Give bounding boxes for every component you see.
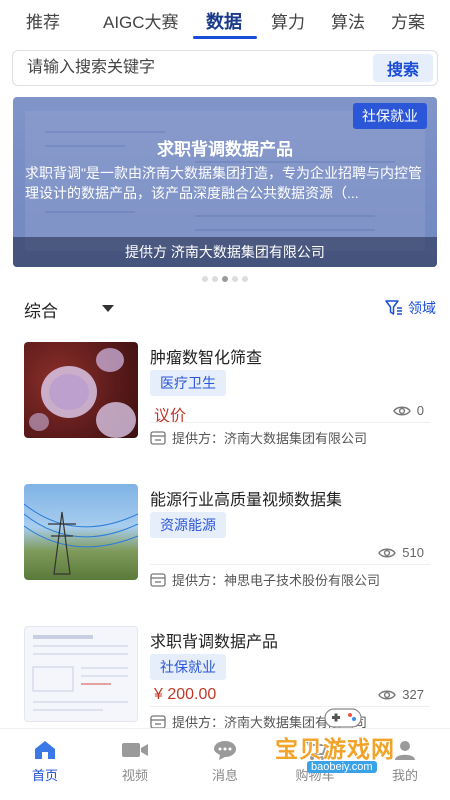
provider-text: 提供方：济南大数据集团有限公司 [172, 431, 368, 446]
product-title[interactable]: 能源行业高质量视频数据集 [150, 486, 342, 510]
eye-icon [392, 406, 411, 415]
message-icon [214, 741, 236, 760]
filter-label: 领域 [408, 300, 436, 316]
nav-messages[interactable]: 消息 [195, 739, 255, 784]
watermark-logo: 宝贝游戏网 baobeiy.com [275, 705, 425, 785]
banner-description: 求职背调"是一款由济南大数据集团打造，专为企业招聘与内控管理设计的数据产品，该产… [25, 165, 422, 201]
sort-dropdown[interactable]: 综合 [24, 297, 58, 322]
active-tab-indicator [193, 36, 257, 39]
banner-title: 求职背调数据产品 [157, 140, 293, 159]
product-category-tag: 医疗卫生 [150, 370, 226, 396]
store-icon [150, 714, 166, 729]
product-category-tag: 社保就业 [150, 654, 226, 680]
nav-label: 消息 [211, 768, 238, 783]
home-icon [35, 741, 55, 759]
product-title[interactable]: 求职背调数据产品 [150, 628, 278, 652]
store-icon [150, 572, 166, 587]
product-category-tag: 资源能源 [150, 512, 226, 538]
product-provider: 提供方：神思电子技术股份有限公司 [150, 570, 380, 589]
carousel-dot[interactable] [212, 276, 218, 282]
watermark-url: baobeiy.com [307, 761, 377, 773]
divider [150, 422, 430, 423]
tab-aigc[interactable]: AIGC大赛 [103, 8, 179, 33]
product-title[interactable]: 肿瘤数智化筛查 [150, 344, 262, 368]
view-count-value: 0 [416, 403, 424, 418]
product-thumbnail-powerline [24, 484, 138, 580]
carousel-dot-active[interactable] [222, 276, 228, 282]
funnel-icon [385, 300, 402, 315]
product-provider: 提供方：济南大数据集团有限公司 [150, 428, 367, 447]
tab-recommend[interactable]: 推荐 [26, 8, 60, 33]
tab-algorithm[interactable]: 算法 [331, 8, 365, 33]
banner-carousel[interactable]: 社保就业 求职背调数据产品 求职背调"是一款由济南大数据集团打造，专为企业招聘与… [13, 97, 437, 267]
gamepad-icon [324, 708, 362, 728]
search-input[interactable] [13, 51, 373, 85]
nav-video[interactable]: 视频 [105, 739, 165, 784]
product-price: ¥ 200.00 [154, 686, 217, 703]
nav-label: 视频 [121, 768, 148, 783]
store-icon [150, 430, 166, 445]
carousel-dot[interactable] [232, 276, 238, 282]
filter-button[interactable]: 领域 [385, 298, 436, 318]
view-count: 0 [392, 403, 424, 418]
carousel-dot[interactable] [202, 276, 208, 282]
carousel-dots [0, 276, 450, 282]
search-bar: 搜索 [12, 50, 438, 86]
carousel-dot[interactable] [242, 276, 248, 282]
tab-compute[interactable]: 算力 [271, 8, 305, 33]
product-thumbnail-document [24, 626, 138, 722]
watermark-text: 宝贝游戏网 [275, 736, 395, 762]
category-tabs: 推荐 AIGC大赛 数据 算力 算法 方案 [0, 0, 450, 44]
eye-icon [378, 690, 397, 699]
nav-home[interactable]: 首页 [15, 739, 75, 784]
tab-data[interactable]: 数据 [206, 8, 242, 34]
product-card[interactable]: 肿瘤数智化筛查 医疗卫生 议价 0 提供方：济南大数据集团有限公司 [24, 342, 430, 452]
banner-provider: 提供方 济南大数据集团有限公司 [13, 237, 437, 267]
provider-text: 提供方：神思电子技术股份有限公司 [172, 573, 381, 588]
caret-down-icon[interactable] [102, 305, 114, 312]
divider [150, 564, 430, 565]
tab-solution[interactable]: 方案 [391, 8, 425, 33]
product-thumbnail-cells [24, 342, 138, 438]
search-button[interactable]: 搜索 [373, 54, 433, 82]
video-icon [122, 743, 148, 757]
product-card[interactable]: 能源行业高质量视频数据集 资源能源 510 提供方：神思电子技术股份有限公司 [24, 484, 430, 594]
view-count: 327 [378, 687, 424, 702]
view-count-value: 327 [402, 687, 424, 702]
banner-category-tag: 社保就业 [353, 103, 427, 129]
view-count-value: 510 [402, 545, 424, 560]
nav-label: 首页 [31, 768, 58, 783]
view-count: 510 [378, 545, 424, 560]
eye-icon [378, 548, 397, 557]
